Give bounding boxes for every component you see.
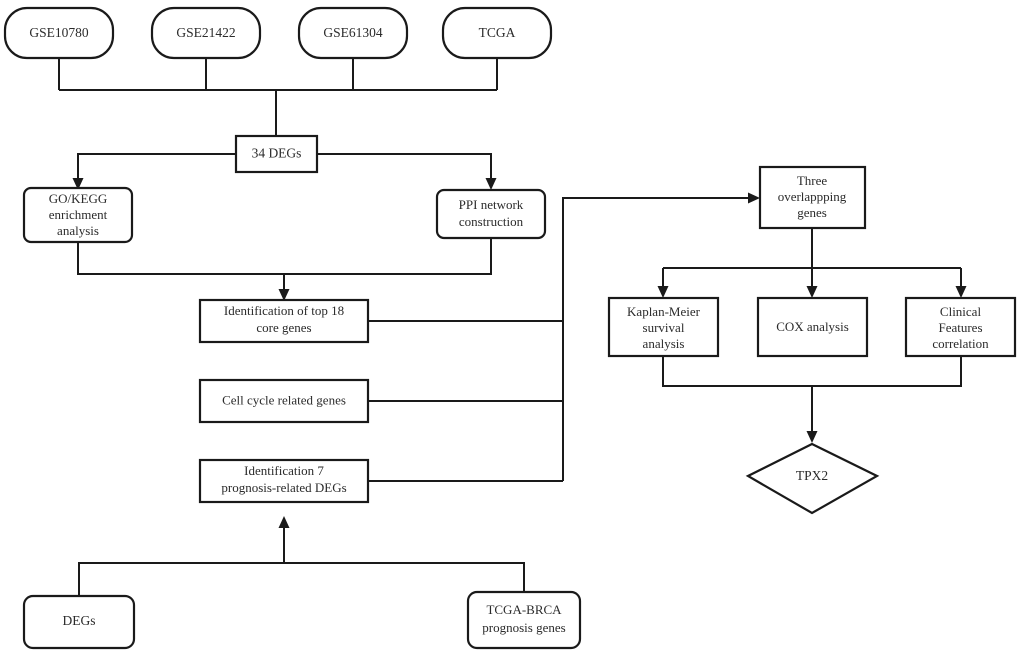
node-prognosis-degs[interactable]: Identification 7 prognosis-related DEGs: [198, 458, 370, 504]
node-clinical-features[interactable]: Clinical Features correlation: [904, 296, 1017, 358]
gse10780-label: GSE10780: [29, 25, 89, 40]
core-genes-label-line1: Identification of top 18: [224, 303, 344, 318]
kaplan-meier-label-line3: analysis: [643, 336, 685, 351]
node-34-degs[interactable]: 34 DEGs: [234, 134, 319, 174]
node-tcga-brca[interactable]: TCGA-BRCA prognosis genes: [466, 590, 582, 650]
node-layer: GSE10780 GSE21422 GSE61304 TCGA 34 DEGs: [3, 6, 1017, 650]
clinical-features-label-line1: Clinical: [940, 304, 982, 319]
flowchart-svg: GSE10780 GSE21422 GSE61304 TCGA 34 DEGs: [3, 6, 1017, 650]
arrowhead-prognosis-degs: [278, 516, 290, 528]
node-gse21422[interactable]: GSE21422: [150, 6, 262, 60]
node-tcga[interactable]: TCGA: [441, 6, 553, 60]
collector-bar-analyses: [662, 356, 962, 387]
ppi-network-label-line1: PPI network: [459, 197, 524, 212]
arrowhead-clinical-features: [955, 286, 967, 298]
tpx2-label: TPX2: [796, 468, 828, 483]
gse21422-label: GSE21422: [176, 25, 235, 40]
node-cox-analysis[interactable]: COX analysis: [756, 296, 869, 358]
cell-cycle-label: Cell cycle related genes: [222, 392, 346, 407]
node-go-kegg[interactable]: GO/KEGG enrichment analysis: [22, 186, 134, 244]
arrowhead-three-overlapping: [748, 192, 760, 204]
gse61304-label: GSE61304: [323, 25, 383, 40]
flowchart-canvas: GSE10780 GSE21422 GSE61304 TCGA 34 DEGs: [0, 0, 1020, 657]
prognosis-degs-label-line1: Identification 7: [244, 463, 324, 478]
clinical-features-label-line3: correlation: [932, 336, 989, 351]
cox-analysis-label: COX analysis: [776, 319, 849, 334]
ppi-network-label-line2: construction: [459, 214, 524, 229]
tcga-label: TCGA: [479, 25, 516, 40]
tcga-brca-label-line2: prognosis genes: [482, 620, 565, 635]
arrowhead-cox: [806, 286, 818, 298]
clinical-features-label-line2: Features: [938, 320, 982, 335]
arrowhead-kaplan-meier: [657, 286, 669, 298]
node-cell-cycle[interactable]: Cell cycle related genes: [198, 378, 370, 424]
tcga-brca-label-line1: TCGA-BRCA: [486, 602, 562, 617]
three-overlapping-label-line1: Three: [797, 173, 828, 188]
edge-34degs-to-ppi: [317, 153, 492, 181]
degs-bottom-label: DEGs: [63, 613, 96, 628]
kaplan-meier-label-line2: survival: [643, 320, 685, 335]
collector-bar-gokegg-ppi: [77, 238, 492, 275]
prognosis-degs-label-line2: prognosis-related DEGs: [221, 480, 346, 495]
node-ppi-network[interactable]: PPI network construction: [435, 188, 547, 240]
go-kegg-label-line2: enrichment: [49, 207, 108, 222]
edge-34degs-to-gokegg: [77, 153, 236, 181]
kaplan-meier-label-line1: Kaplan-Meier: [627, 304, 701, 319]
node-three-overlapping[interactable]: Three overlappping genes: [758, 165, 867, 230]
node-gse10780[interactable]: GSE10780: [3, 6, 115, 60]
node-tpx2[interactable]: TPX2: [745, 442, 880, 515]
arrowhead-ppi: [485, 178, 497, 190]
go-kegg-label-line3: analysis: [57, 223, 99, 238]
34-degs-label: 34 DEGs: [252, 146, 302, 161]
three-overlapping-label-line2: overlappping: [778, 189, 847, 204]
node-kaplan-meier[interactable]: Kaplan-Meier survival analysis: [607, 296, 720, 358]
core-genes-label-line2: core genes: [256, 320, 311, 335]
three-overlapping-label-line3: genes: [797, 205, 827, 220]
collector-bar-bottom-sources: [78, 562, 525, 596]
go-kegg-label-line1: GO/KEGG: [49, 191, 108, 206]
arrowhead-tpx2: [806, 431, 818, 443]
node-gse61304[interactable]: GSE61304: [297, 6, 409, 60]
node-degs-bottom[interactable]: DEGs: [22, 594, 136, 650]
node-core-genes[interactable]: Identification of top 18 core genes: [198, 298, 370, 344]
